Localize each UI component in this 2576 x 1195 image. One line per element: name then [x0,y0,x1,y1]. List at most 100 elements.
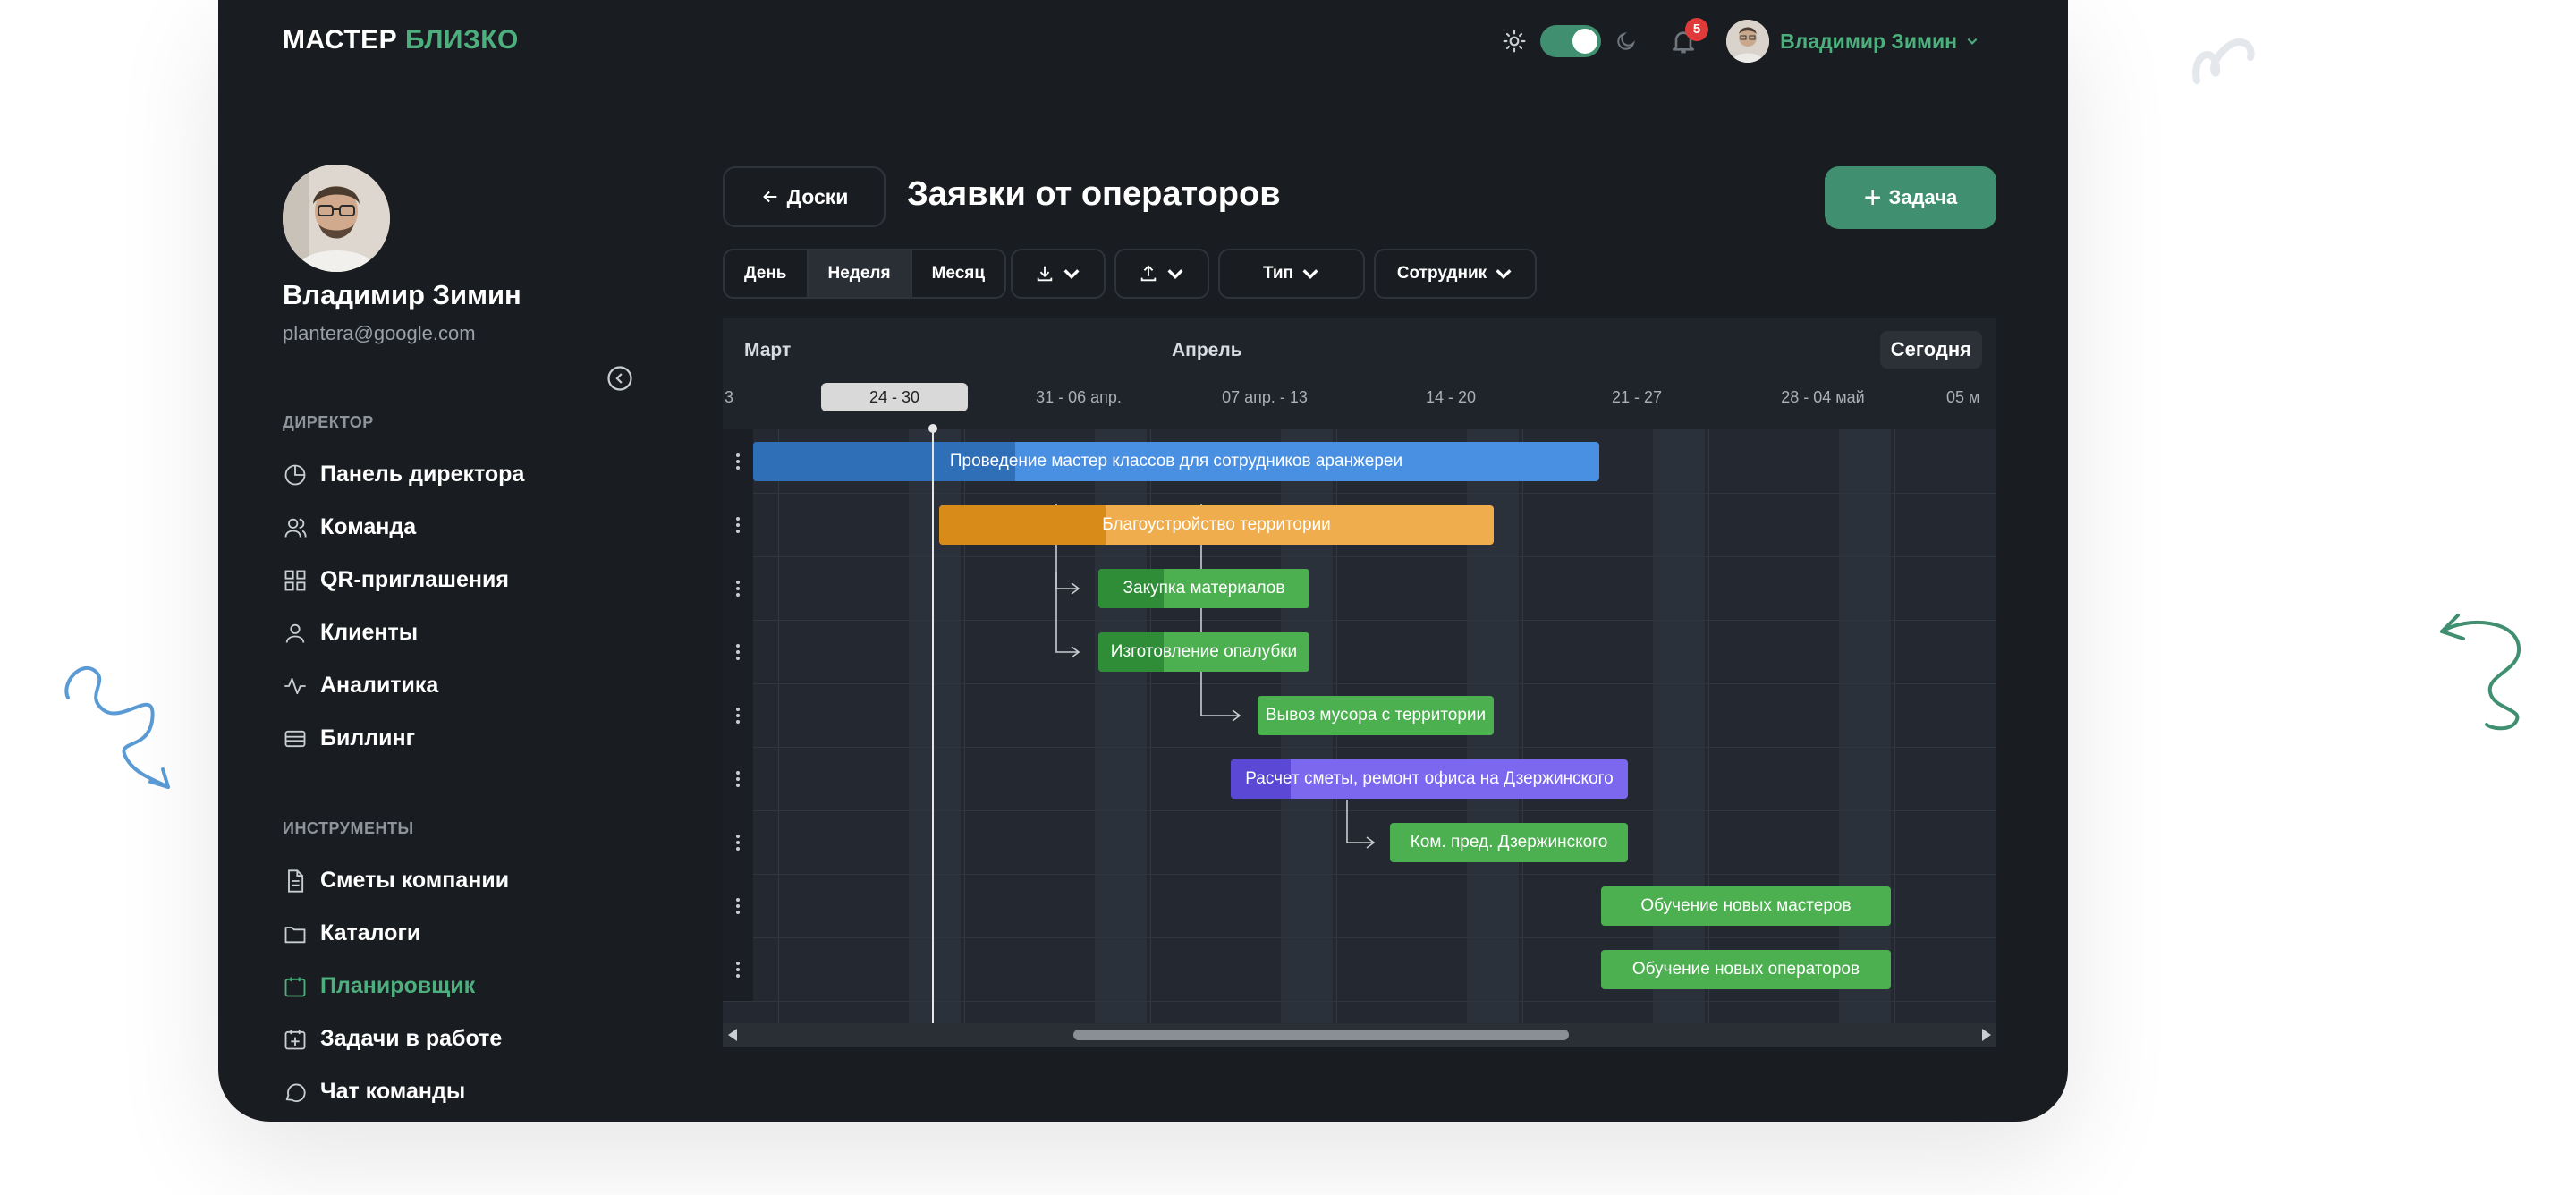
logo[interactable]: МАСТЕР БЛИЗКО [283,25,519,55]
task-bar-label: Благоустройство территории [1102,515,1331,534]
add-task-label: Задача [1888,186,1958,208]
add-task-button[interactable]: + Задача [1825,166,1996,229]
task-bar[interactable]: Вывоз мусора с территории [1258,696,1494,735]
sidebar-item-label: Каталоги [320,920,421,945]
sidebar-item-planner[interactable]: Планировщик [283,973,475,999]
section-director: ДИРЕКТОР [283,413,374,431]
sidebar-item-analytics[interactable]: Аналитика [283,673,438,699]
chevron-down-icon [1496,269,1512,280]
scroll-left-arrow[interactable] [728,1029,737,1041]
view-month-button[interactable]: Месяц [912,250,1004,297]
task-bar[interactable]: Изготовление опалубки [1098,632,1309,672]
notifications-button[interactable]: 5 [1669,18,1709,55]
back-to-boards-button[interactable]: Доски [723,166,886,227]
type-filter-dropdown[interactable]: Тип [1218,249,1365,299]
week-label: 21 - 27 [1611,387,1663,406]
back-button-label: Доски [786,184,849,208]
week-label: 05 м [1946,387,1980,406]
task-bar[interactable]: Благоустройство территории [939,505,1494,545]
sidebar-item-qr-invites[interactable]: QR-приглашения [283,567,509,593]
task-bar[interactable]: Проведение мастер классов для сотруднико… [753,442,1599,481]
sidebar-item-label: Сметы компании [320,868,510,893]
scroll-right-arrow[interactable] [1982,1029,1991,1041]
sidebar-item-director-panel[interactable]: Панель директора [283,462,524,487]
week-label: 14 - 20 [1425,387,1477,406]
upload-dropdown[interactable] [1114,249,1209,299]
sidebar-item-team[interactable]: Команда [283,514,416,540]
collapse-sidebar-icon[interactable] [606,365,633,392]
today-marker-line [932,429,934,1023]
task-bar-label: Изготовление опалубки [1110,642,1298,661]
notification-badge: 5 [1685,18,1709,41]
gantt-grid: Проведение мастер классов для сотруднико… [723,429,1996,1023]
sidebar-item-clients[interactable]: Клиенты [283,620,418,646]
avatar-photo-icon [1726,20,1770,63]
sidebar-item-label: Биллинг [320,725,415,750]
download-dropdown[interactable] [1011,249,1106,299]
chevron-down-icon[interactable] [1966,35,1979,47]
pie-chart-icon [284,464,306,485]
scrollbar-thumb[interactable] [1073,1030,1569,1040]
top-bar-controls: 5 Владимир Зимин [1503,18,1979,63]
task-bar[interactable]: Расчет сметы, ремонт офиса на Дзержинско… [1231,759,1628,799]
sidebar-item-label: QR-приглашения [320,567,509,592]
sidebar-item-catalogs[interactable]: Каталоги [283,920,420,946]
today-button[interactable]: Сегодня [1879,331,1982,369]
calendar-icon [284,977,306,996]
task-bar[interactable]: Закупка материалов [1098,569,1309,608]
task-bar-label: Обучение новых мастеров [1640,896,1852,915]
week-label: 07 апр. - 13 [1222,387,1308,406]
sidebar-item-estimates[interactable]: Сметы компании [283,868,509,894]
arrow-left-icon [762,191,776,203]
task-bar[interactable]: Ком. пред. Дзержинского [1390,823,1628,862]
upload-icon [1140,265,1157,282]
task-bar-label: Вывоз мусора с территории [1265,706,1487,725]
task-bar-label: Закупка материалов [1123,579,1285,598]
sidebar-item-label: Команда [320,514,417,539]
sidebar-item-label: Панель директора [320,462,525,487]
month-label: Апрель [1172,340,1242,360]
gantt-chart: Март Апрель Сегодня 3 24 - 30 31 - 06 ап… [723,318,1996,1047]
profile-email: plantera@google.com [283,322,476,344]
chevron-down-icon [1167,269,1183,280]
profile-name: Владимир Зимин [283,279,521,310]
chevron-down-icon [1302,269,1318,280]
sidebar-item-label: Аналитика [320,673,439,698]
view-switcher: День Неделя Месяц [723,249,1007,299]
employee-filter-label: Сотрудник [1396,264,1487,283]
week-label-current[interactable]: 24 - 30 [821,383,968,411]
horizontal-scrollbar[interactable] [723,1023,1996,1047]
type-filter-label: Тип [1262,264,1294,283]
logo-accent-text: БЛИЗКО [405,25,519,55]
card-icon [284,730,306,747]
toggle-knob [1572,29,1598,54]
sidebar-item-billing[interactable]: Биллинг [283,725,415,751]
sidebar-item-team-chat[interactable]: Чат команды [283,1079,465,1105]
user-icon [285,623,305,643]
user-menu-name[interactable]: Владимир Зимин [1780,30,1957,54]
task-bar-label: Расчет сметы, ремонт офиса на Дзержинско… [1245,769,1614,788]
task-bar[interactable]: Обучение новых мастеров [1601,886,1891,926]
task-bar-label: Обучение новых операторов [1631,960,1860,979]
view-week-button[interactable]: Неделя [808,250,912,297]
logo-text: МАСТЕР [283,25,398,55]
plus-icon: + [1863,180,1882,215]
sidebar-item-tasks-in-progress[interactable]: Задачи в работе [283,1026,502,1052]
task-progress [939,505,1106,545]
activity-icon [284,677,306,694]
task-bar-label: Проведение мастер классов для сотруднико… [949,452,1403,470]
task-bar[interactable]: Обучение новых операторов [1601,950,1891,989]
chevron-down-icon [1063,269,1080,280]
page-title: Заявки от операторов [907,175,1281,213]
section-tools: ИНСТРУМЕНТЫ [283,819,414,837]
task-bar-label: Ком. пред. Дзержинского [1410,833,1608,852]
calendar-plus-icon [284,1030,306,1049]
theme-toggle[interactable] [1540,25,1602,57]
sidebar-item-label: Планировщик [320,973,476,998]
employee-filter-dropdown[interactable]: Сотрудник [1374,249,1537,299]
view-day-button[interactable]: День [724,250,809,297]
sidebar-item-label: Задачи в работе [320,1026,503,1051]
avatar[interactable] [1726,20,1770,63]
profile-avatar [283,165,390,272]
sidebar-item-label: Клиенты [320,620,419,645]
